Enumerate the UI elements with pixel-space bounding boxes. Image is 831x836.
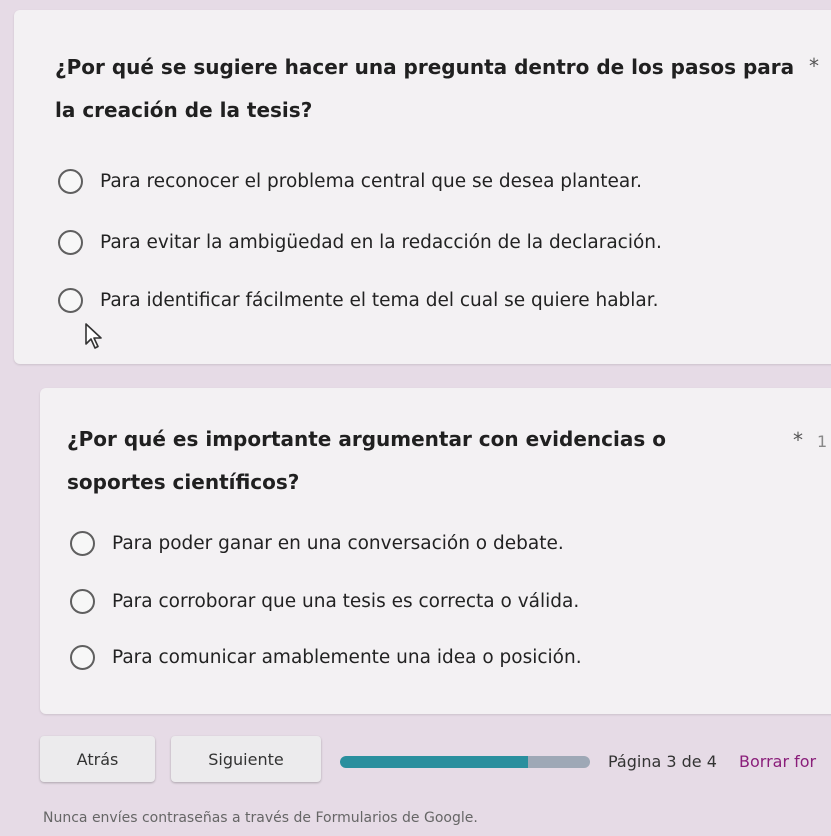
- progress-bar: [340, 756, 590, 768]
- required-asterisk: *: [793, 428, 803, 452]
- question-title: ¿Por qué es importante argumentar con ev…: [67, 427, 666, 494]
- page-indicator: Página 3 de 4: [608, 752, 717, 771]
- radio-button[interactable]: [58, 230, 83, 255]
- radio-button[interactable]: [58, 288, 83, 313]
- option-label: Para identificar fácilmente el tema del …: [100, 290, 659, 311]
- option-radio[interactable]: Para reconocer el problema central que s…: [58, 169, 642, 194]
- back-button[interactable]: Atrás: [40, 736, 155, 782]
- required-tail: 1: [817, 432, 828, 451]
- question-card-2: ¿Por qué es importante argumentar con ev…: [40, 388, 831, 714]
- option-radio[interactable]: Para corroborar que una tesis es correct…: [70, 589, 579, 614]
- next-button[interactable]: Siguiente: [171, 736, 321, 782]
- option-label: Para poder ganar en una conversación o d…: [112, 533, 564, 554]
- clear-form-button[interactable]: Borrar for: [739, 752, 816, 771]
- radio-button[interactable]: [70, 531, 95, 556]
- question-card-1: ¿Por qué se sugiere hacer una pregunta d…: [14, 10, 831, 364]
- option-label: Para reconocer el problema central que s…: [100, 171, 643, 192]
- radio-button[interactable]: [58, 169, 83, 194]
- required-asterisk: *: [809, 54, 819, 78]
- mouse-pointer-icon: [85, 323, 102, 349]
- radio-button[interactable]: [70, 645, 95, 670]
- password-warning: Nunca envíes contraseñas a través de For…: [43, 810, 478, 826]
- option-radio[interactable]: Para evitar la ambigüedad en la redacció…: [58, 230, 662, 255]
- option-label: Para comunicar amablemente una idea o po…: [112, 647, 582, 668]
- option-label: Para corroborar que una tesis es correct…: [112, 591, 580, 612]
- radio-button[interactable]: [70, 589, 95, 614]
- option-radio[interactable]: Para comunicar amablemente una idea o po…: [70, 645, 582, 670]
- option-radio[interactable]: Para identificar fácilmente el tema del …: [58, 288, 659, 313]
- question-title: ¿Por qué se sugiere hacer una pregunta d…: [55, 55, 795, 122]
- option-label: Para evitar la ambigüedad en la redacció…: [100, 232, 662, 253]
- progress-fill: [340, 756, 528, 768]
- option-radio[interactable]: Para poder ganar en una conversación o d…: [70, 531, 564, 556]
